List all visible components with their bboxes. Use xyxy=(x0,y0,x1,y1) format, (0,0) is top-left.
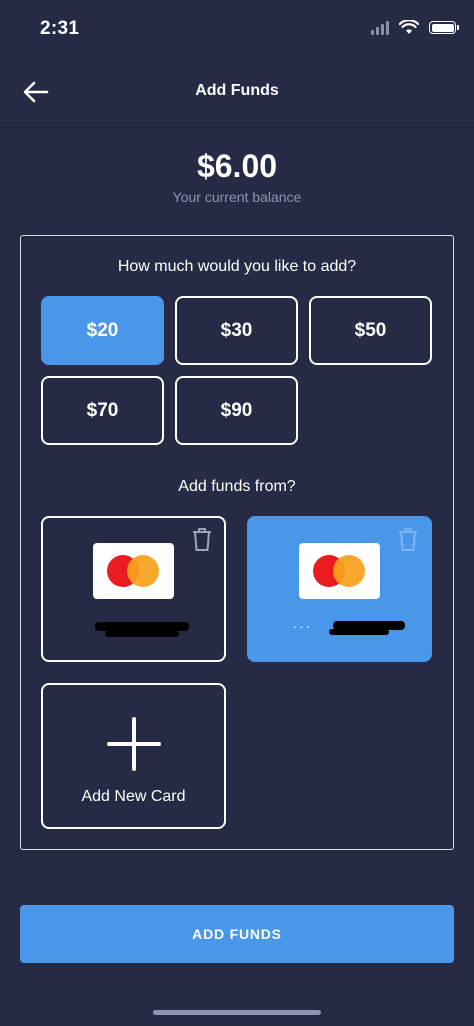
page-title: Add Funds xyxy=(195,82,279,99)
mastercard-icon xyxy=(299,543,380,599)
add-funds-screen: 2:31 Add Funds $6.00 Your current balanc… xyxy=(0,0,474,1026)
source-question: Add funds from? xyxy=(178,478,296,495)
add-funds-panel: How much would you like to add? $20 $30 … xyxy=(20,235,454,850)
amount-option-90[interactable]: $90 xyxy=(175,376,298,445)
balance-amount: $6.00 xyxy=(196,148,278,184)
wifi-icon xyxy=(399,20,419,34)
saved-card-1[interactable] xyxy=(41,516,226,662)
amount-option-20[interactable]: $20 xyxy=(41,296,164,365)
redaction-mark xyxy=(105,631,179,637)
add-new-card-button[interactable]: Add New Card xyxy=(41,683,226,829)
amount-option-70[interactable]: $70 xyxy=(41,376,164,445)
mastercard-icon xyxy=(93,543,174,599)
trash-icon[interactable] xyxy=(396,526,420,552)
battery-icon xyxy=(429,21,459,34)
amount-option-50[interactable]: $50 xyxy=(309,296,432,365)
status-icons xyxy=(371,20,459,35)
balance-label: Your current balance xyxy=(172,189,302,205)
add-funds-button[interactable]: ADD FUNDS xyxy=(20,905,454,963)
status-time: 2:31 xyxy=(40,18,80,39)
add-card-label: Add New Card xyxy=(81,788,186,805)
redaction-mark xyxy=(329,629,389,635)
cellular-signal-icon xyxy=(371,20,389,35)
trash-icon[interactable] xyxy=(190,526,214,552)
plus-icon xyxy=(107,717,161,771)
amount-question: How much would you like to add? xyxy=(117,258,357,275)
home-indicator xyxy=(153,1010,321,1015)
status-bar: 2:31 xyxy=(0,0,474,58)
amount-option-30[interactable]: $30 xyxy=(175,296,298,365)
saved-card-2[interactable]: ··· xyxy=(247,516,432,662)
header: Add Funds xyxy=(0,58,474,128)
